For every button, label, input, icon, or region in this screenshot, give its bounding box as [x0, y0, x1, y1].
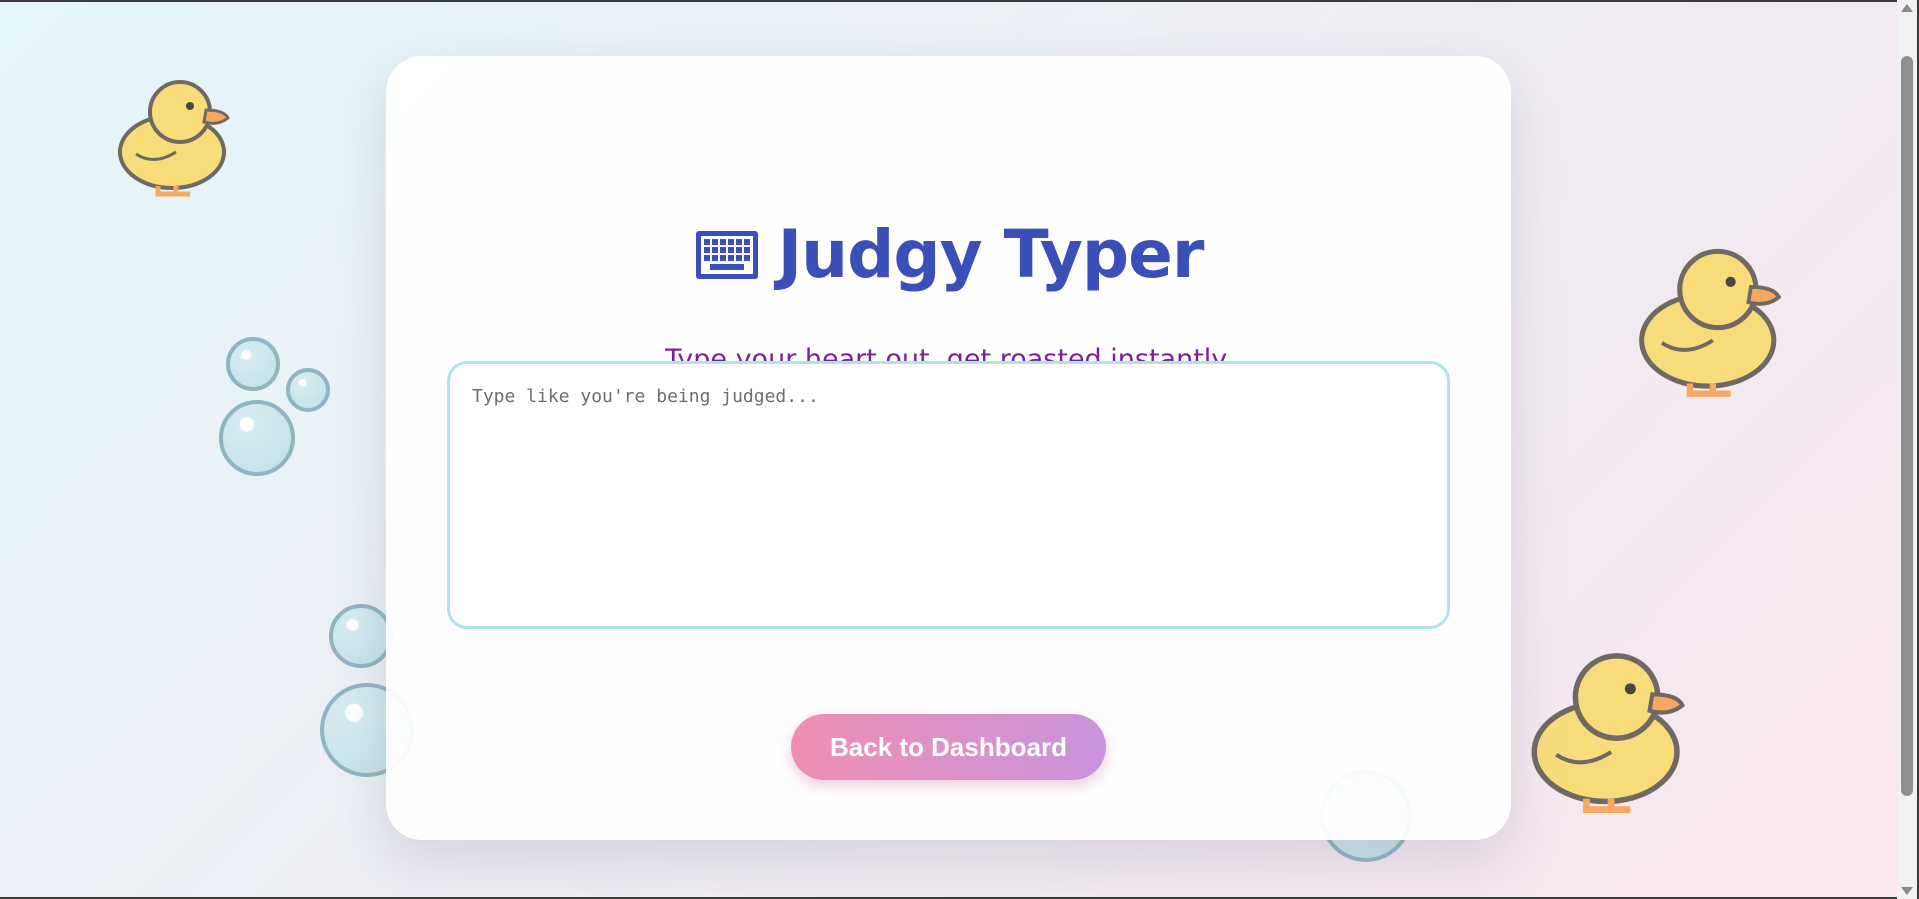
bubble-icon [286, 368, 330, 412]
page-title: Judgy Typer [777, 216, 1205, 293]
vertical-scrollbar[interactable] [1897, 0, 1917, 899]
rubber-duck-icon [114, 74, 232, 198]
main-card: Judgy Typer Type your heart out, get roa… [386, 56, 1511, 840]
bubble-icon [226, 337, 280, 391]
keyboard-icon [694, 229, 760, 281]
rubber-duck-icon [1526, 644, 1688, 816]
scroll-up-icon[interactable] [1901, 4, 1913, 12]
window-top-border [0, 0, 1919, 2]
rubber-duck-icon [1634, 240, 1784, 400]
bubble-icon [219, 400, 295, 476]
title-row: Judgy Typer [386, 216, 1511, 293]
bubble-icon [329, 604, 393, 668]
scrollbar-thumb[interactable] [1901, 56, 1913, 796]
scroll-down-icon[interactable] [1901, 887, 1913, 895]
typing-input[interactable] [447, 361, 1450, 629]
back-to-dashboard-button[interactable]: Back to Dashboard [791, 714, 1106, 780]
